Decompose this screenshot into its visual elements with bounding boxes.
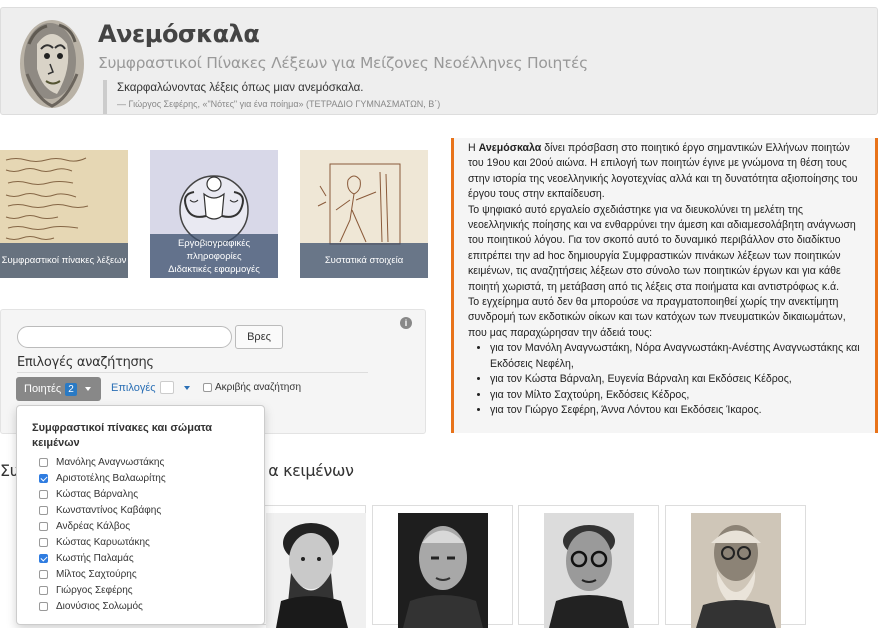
poet-option-label: Κώστας Καρυωτάκης bbox=[56, 536, 150, 548]
tile-concordance-tables[interactable]: Συμφραστικοί πίνακες λέξεων bbox=[0, 150, 128, 278]
poet-option-label: Μανόλης Αναγνωστάκης bbox=[56, 456, 165, 468]
options-label: Επιλογές bbox=[111, 381, 156, 394]
poet-portrait bbox=[543, 513, 634, 628]
list-item: για τον Μίλτο Σαχτούρη, Εκδόσεις Κέδρος, bbox=[490, 388, 861, 403]
tile-caption-line: Εργοβιογραφικές bbox=[177, 237, 251, 249]
heading-text-end: α κειμένων bbox=[268, 461, 354, 480]
search-options-title: Επιλογές αναζήτησης bbox=[17, 355, 368, 373]
poet-checkbox[interactable] bbox=[39, 601, 48, 611]
poets-list: Μανόλης Αναγνωστάκης Αριστοτέλης Βαλαωρί… bbox=[39, 454, 166, 614]
poet-option[interactable]: Γιώργος Σεφέρης bbox=[39, 582, 166, 598]
intro-paragraph: Το ψηφιακό αυτό εργαλείο σχεδιάστηκε για… bbox=[468, 203, 856, 293]
poet-portrait bbox=[397, 513, 488, 628]
poet-checkbox[interactable] bbox=[39, 505, 48, 515]
poet-checkbox[interactable] bbox=[39, 569, 48, 579]
poets-label: Ποιητές bbox=[24, 383, 62, 395]
poet-card[interactable] bbox=[372, 505, 513, 628]
poet-option-label: Κώστας Βάρναλης bbox=[56, 488, 139, 500]
permissions-list: για τον Μανόλη Αναγνωστάκη, Νόρα Αναγνωσ… bbox=[468, 341, 861, 418]
exact-search-checkbox[interactable] bbox=[203, 383, 212, 392]
poet-option-label: Αριστοτέλης Βαλαωρίτης bbox=[56, 472, 166, 484]
poet-checkbox[interactable] bbox=[39, 489, 48, 499]
poets-dropdown-menu: Συμφραστικοί πίνακες και σώματα κειμένων… bbox=[16, 405, 265, 625]
site-logo[interactable] bbox=[17, 14, 87, 109]
info-icon[interactable]: i bbox=[400, 317, 412, 329]
poet-option-label: Διονύσιος Σολωμός bbox=[56, 600, 143, 612]
poet-option[interactable]: Κωστής Παλαμάς bbox=[39, 550, 166, 566]
poet-option[interactable]: Ανδρέας Κάλβος bbox=[39, 518, 166, 534]
poet-option[interactable]: Κώστας Βάρναλης bbox=[39, 486, 166, 502]
poet-portrait bbox=[690, 513, 781, 628]
intro-paragraph: Το εγχείρημα αυτό δεν θα μπορούσε να πρα… bbox=[468, 296, 846, 339]
poet-checkbox[interactable] bbox=[39, 553, 48, 563]
list-item: για τον Κώστα Βάρναλη, Ευγενία Βάρναλη κ… bbox=[490, 372, 861, 387]
tile-caption-line[interactable]: Διδακτικές εφαρμογές bbox=[168, 263, 260, 276]
poet-option[interactable]: Κώστας Καρυωτάκης bbox=[39, 534, 166, 550]
tile-caption: Συστατικά στοιχεία bbox=[300, 243, 428, 278]
poet-option-label: Κωνσταντίνος Καβάφης bbox=[56, 504, 162, 516]
quote-source: — Γιώργος Σεφέρης, «"Νότες" για ένα ποίη… bbox=[117, 99, 441, 109]
tile-caption: Εργοβιογραφικές πληροφορίες Διδακτικές ε… bbox=[150, 234, 278, 278]
options-dropdown-button[interactable]: Επιλογές bbox=[111, 381, 190, 394]
tile-caption: Συμφραστικοί πίνακες λέξεων bbox=[0, 243, 128, 278]
exact-search-toggle[interactable]: Ακριβής αναζήτηση bbox=[203, 382, 301, 393]
poet-checkbox[interactable] bbox=[39, 585, 48, 595]
poet-option[interactable]: Μανόλης Αναγνωστάκης bbox=[39, 454, 166, 470]
poet-checkbox[interactable] bbox=[39, 521, 48, 531]
quote-text: Σκαρφαλώνοντας λέξεις όπως μιαν ανεμόσκα… bbox=[117, 82, 364, 94]
poet-card[interactable] bbox=[665, 505, 806, 628]
tile-components[interactable]: Συστατικά στοιχεία bbox=[300, 150, 428, 278]
search-input[interactable] bbox=[17, 326, 232, 348]
tile-biographical-info[interactable]: Εργοβιογραφικές πληροφορίες Διδακτικές ε… bbox=[150, 150, 278, 278]
list-item: για τον Γιώργο Σεφέρη, Άννα Λόντου και Ε… bbox=[490, 403, 861, 418]
header-quote: Σκαρφαλώνοντας λέξεις όπως μιαν ανεμόσκα… bbox=[103, 80, 440, 114]
poet-option-label: Γιώργος Σεφέρης bbox=[56, 584, 133, 596]
exact-search-label: Ακριβής αναζήτηση bbox=[215, 382, 302, 393]
intro-bold-name: Ανεμόσκαλα bbox=[478, 142, 542, 154]
poet-checkbox[interactable] bbox=[39, 473, 48, 483]
site-header: Ανεμόσκαλα Συμφραστικοί Πίνακες Λέξεων γ… bbox=[0, 7, 878, 115]
options-box bbox=[159, 381, 174, 394]
poet-option[interactable]: Μίλτος Σαχτούρης bbox=[39, 566, 166, 582]
poet-card[interactable] bbox=[518, 505, 659, 628]
intro-text-panel: Η Ανεμόσκαλα δίνει πρόσβαση στο ποιητικό… bbox=[451, 138, 878, 433]
poet-checkbox[interactable] bbox=[39, 537, 48, 547]
poets-dropdown-button[interactable]: Ποιητές 2 bbox=[16, 377, 101, 401]
search-button[interactable]: Βρες bbox=[235, 325, 283, 349]
poet-checkbox[interactable] bbox=[39, 457, 48, 467]
site-subtitle: Συμφραστικοί Πίνακες Λέξεων για Μείζονες… bbox=[98, 54, 588, 72]
poet-option[interactable]: Κωνσταντίνος Καβάφης bbox=[39, 502, 166, 518]
poet-option[interactable]: Αριστοτέλης Βαλαωρίτης bbox=[39, 470, 166, 486]
poet-option-label: Ανδρέας Κάλβος bbox=[56, 520, 131, 532]
chevron-down-icon bbox=[183, 385, 190, 390]
intro-text: Η bbox=[468, 142, 479, 154]
list-item: για τον Μανόλη Αναγνωστάκη, Νόρα Αναγνωσ… bbox=[490, 341, 861, 372]
poet-option[interactable]: Διονύσιος Σολωμός bbox=[39, 598, 166, 614]
poets-count-badge: 2 bbox=[65, 382, 77, 396]
dropdown-header: Συμφραστικοί πίνακες και σώματα κειμένων bbox=[32, 422, 213, 449]
site-title[interactable]: Ανεμόσκαλα bbox=[98, 20, 260, 48]
poet-portrait bbox=[266, 513, 366, 628]
intro-paragraph: Η Ανεμόσκαλα δίνει πρόσβαση στο ποιητικό… bbox=[468, 141, 861, 203]
chevron-down-icon bbox=[84, 387, 91, 391]
poet-option-label: Μίλτος Σαχτούρης bbox=[56, 568, 137, 580]
tile-caption-line: πληροφορίες bbox=[186, 250, 242, 262]
poet-option-label: Κωστής Παλαμάς bbox=[56, 552, 134, 564]
